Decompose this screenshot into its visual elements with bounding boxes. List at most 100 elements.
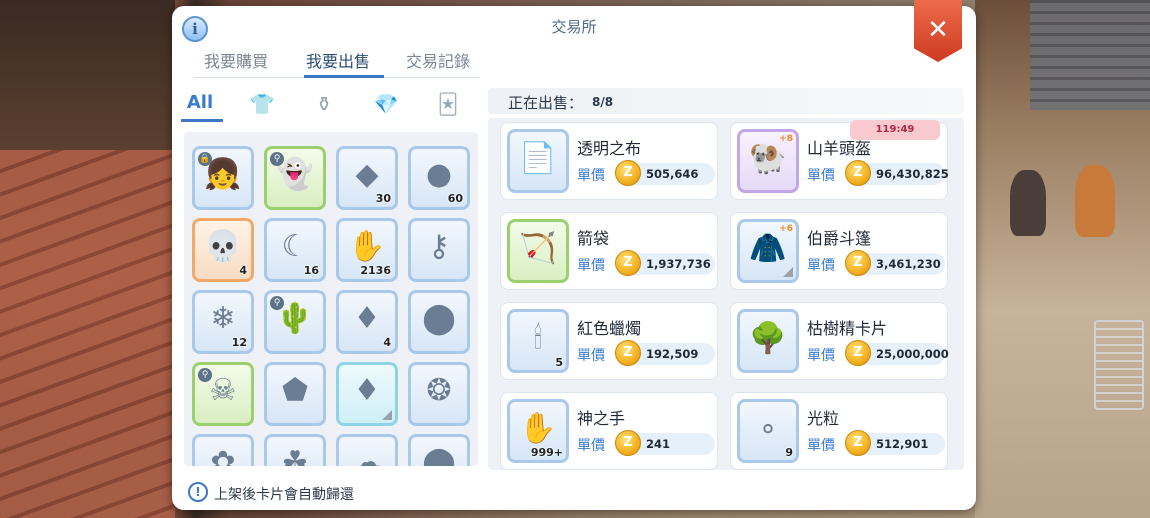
tab-buy[interactable]: 我要購買 <box>204 48 268 72</box>
footer-text: 上架後卡片會自動歸還 <box>214 487 354 503</box>
price-pill: Z 25,000,000 <box>845 340 949 366</box>
background-wall <box>0 0 175 150</box>
inventory-slot[interactable]: ✿ <box>192 434 254 466</box>
background-cart <box>1094 320 1144 410</box>
potion-icon[interactable]: ⚱ <box>306 92 342 118</box>
inventory-slot[interactable]: ☁ <box>336 434 398 466</box>
price-value: 3,461,230 <box>876 257 941 271</box>
item-icon: ☁ <box>352 445 382 466</box>
item-count: 4 <box>383 336 391 349</box>
hand-icon: ✋ <box>348 229 386 264</box>
inventory-slot[interactable]: ☠ ⚲ <box>192 362 254 426</box>
listing-card[interactable]: ✋ 999+ 神之手 單價 Z 241 <box>500 392 718 470</box>
close-icon: ✕ <box>927 15 949 45</box>
item-count: 60 <box>447 192 463 205</box>
listing-name: 紅色蠟燭 <box>577 319 642 338</box>
listing-name: 光粒 <box>807 409 840 428</box>
skull-mask-icon: 💀 <box>204 229 242 264</box>
price-value: 96,430,825 <box>876 167 949 181</box>
zeny-coin-icon: Z <box>845 340 871 366</box>
inventory-slot[interactable]: ☘ <box>264 434 326 466</box>
transparent-cloth-icon: 📄 <box>519 141 557 176</box>
corner-marker <box>382 410 392 420</box>
background-stairs <box>1030 0 1150 110</box>
card-icon: 🌳 <box>749 321 787 356</box>
blue-gem-icon: ♦ <box>353 301 381 336</box>
inventory-slot[interactable]: ⬤ <box>408 434 470 466</box>
listing-card[interactable]: 🏹 箭袋 單價 Z 1,937,736 <box>500 212 718 290</box>
listing-card[interactable]: 🕯 5 紅色蠟燭 單價 Z 192,509 <box>500 302 718 380</box>
inventory-slot[interactable]: ✋ 2136 <box>336 218 398 282</box>
listing-item-slot: ∘ 9 <box>737 399 799 463</box>
inventory-slot[interactable]: ⬤ <box>408 290 470 354</box>
lock-icon: 🔒 <box>198 152 212 166</box>
coal-icon: ● <box>425 157 453 192</box>
listings-panel: 📄 透明之布 單價 Z 505,646 🐏 +8 山羊頭盔 單價 Z 96,430,825 119:4… <box>488 118 964 470</box>
inventory-slot[interactable]: 👧 🔒 <box>192 146 254 210</box>
listing-item-slot: 🏹 <box>507 219 569 283</box>
unit-price-label: 單價 <box>577 258 605 274</box>
dialog-title: 交易所 <box>551 18 597 36</box>
inventory-slot[interactable]: ● 60 <box>408 146 470 210</box>
selling-label: 正在出售： <box>508 94 584 112</box>
unit-price-label: 單價 <box>577 438 605 454</box>
ice-crystal-icon: ❄ <box>210 301 236 336</box>
item-count: 999+ <box>530 446 563 459</box>
listing-card[interactable]: ∘ 9 光粒 單價 Z 512,901 <box>730 392 948 470</box>
price-value: 25,000,000 <box>876 347 949 361</box>
inventory-slot[interactable]: ♦ 4 <box>336 290 398 354</box>
unit-price-label: 單價 <box>807 258 835 274</box>
selling-header: 正在出售： 8/8 <box>488 88 964 114</box>
inventory-slot[interactable]: ☾ 16 <box>264 218 326 282</box>
shield-scale-icon: ⬟ <box>281 373 309 408</box>
listing-card[interactable]: 📄 透明之布 單價 Z 505,646 <box>500 122 718 200</box>
crystal-shard-icon: ◆ <box>355 157 379 192</box>
inventory-slot[interactable]: 🌵 ⚲ <box>264 290 326 354</box>
tab-history[interactable]: 交易記錄 <box>406 48 470 72</box>
armor-icon[interactable]: 👕 <box>244 92 280 118</box>
inventory-slot[interactable]: ◆ 30 <box>336 146 398 210</box>
ghost-icon: ☾ <box>281 229 309 264</box>
background-character <box>1010 170 1046 236</box>
price-pill: Z 505,646 <box>615 160 715 186</box>
listing-name: 透明之布 <box>577 139 642 158</box>
listing-card[interactable]: 🧥 +6 伯爵斗篷 單價 Z 3,461,230 <box>730 212 948 290</box>
lock-icon: ⚲ <box>198 368 212 382</box>
filter-all[interactable]: All <box>182 92 218 118</box>
price-pill: Z 3,461,230 <box>845 250 945 276</box>
quiver-icon: 🏹 <box>519 231 557 266</box>
zeny-coin-icon: Z <box>615 430 641 456</box>
zeny-coin-icon: Z <box>845 430 871 456</box>
tab-sell[interactable]: 我要出售 <box>306 48 370 72</box>
inventory-slot[interactable]: ❄ 12 <box>192 290 254 354</box>
listing-item-slot: 🧥 +6 <box>737 219 799 283</box>
tab-bar: 我要購買 我要出售 交易記錄 <box>194 44 480 78</box>
light-particle-icon: ∘ <box>758 411 778 446</box>
price-value: 1,937,736 <box>646 257 711 271</box>
item-count: 12 <box>231 336 247 349</box>
inventory-slot[interactable]: 💀 4 <box>192 218 254 282</box>
gem-icon[interactable]: 💎 <box>368 92 404 118</box>
card-icon[interactable]: 🃏 <box>430 92 466 118</box>
refine-level: +6 <box>779 224 793 234</box>
inventory-slot[interactable]: ♦ <box>336 362 398 426</box>
listing-card[interactable]: 🌳 枯樹精卡片 單價 Z 25,000,000 <box>730 302 949 380</box>
item-count: 4 <box>239 264 247 277</box>
inventory-slot[interactable]: ⚷ <box>408 218 470 282</box>
item-count: 30 <box>375 192 391 205</box>
unit-price-label: 單價 <box>577 348 605 364</box>
item-count: 16 <box>303 264 319 277</box>
thorn-ring-icon: ❂ <box>426 373 452 408</box>
listing-name: 箭袋 <box>577 229 610 248</box>
item-icon: ☘ <box>281 445 309 466</box>
item-icon: ⬤ <box>422 445 456 466</box>
inventory-grid: 👧 🔒 👻 ⚲ ◆ 30 ● 60 💀 4 ☾ 16 ✋ 2136 ⚷ ❄ 12 🌵 ⚲ ♦ 4 ⬤ ☠ ⚲ ⬟ ♦ ❂ ✿ ☘ ☁ ⬤ <box>192 146 472 466</box>
inventory-slot[interactable]: ⬟ <box>264 362 326 426</box>
close-button[interactable]: ✕ <box>914 0 962 62</box>
item-count: 5 <box>555 356 563 369</box>
selling-count: 8/8 <box>592 95 614 109</box>
inventory-slot[interactable]: ❂ <box>408 362 470 426</box>
price-value: 241 <box>646 437 671 451</box>
inventory-slot[interactable]: 👻 ⚲ <box>264 146 326 210</box>
background-character <box>1075 165 1115 237</box>
